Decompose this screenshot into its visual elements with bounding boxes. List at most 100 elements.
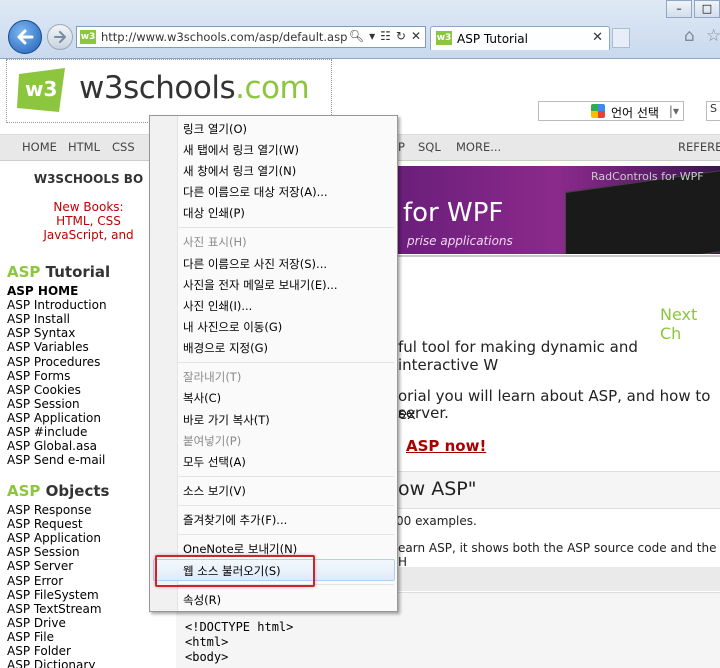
sidebar-link[interactable]: ASP Session [7,397,80,411]
context-menu-item: 잘라내기(T) [183,370,242,384]
nav-css[interactable]: CSS [112,140,135,154]
context-menu-item[interactable]: 내 사진으로 이동(G) [183,319,282,335]
sidebar-link[interactable]: ASP Forms [7,369,70,383]
nav-home[interactable]: HOME [22,140,57,154]
favorites-star-icon[interactable]: ☆ [706,26,720,46]
sidebar-link[interactable]: ASP Session [7,545,80,559]
heading-prefix: ASP [7,482,41,500]
back-arrow-icon [17,29,34,45]
examples-desc: earn ASP, it shows both the ASP source c… [398,541,717,569]
context-menu-item[interactable]: 사진을 전자 메일로 보내기(E)... [183,277,338,293]
books-line[interactable]: JavaScript, and [6,228,171,242]
sidebar-link[interactable]: ASP Application [7,531,101,545]
context-menu-item[interactable]: 즐겨찾기에 추가(F)... [183,512,287,528]
nav-php[interactable]: P [398,140,405,154]
back-button[interactable] [8,20,42,54]
intro-text: ful tool for making dynamic and interact… [398,338,638,374]
site-search-input[interactable]: S [706,101,720,121]
sidebar-link[interactable]: ASP Cookies [7,383,81,397]
forward-button[interactable] [47,24,73,50]
context-menu-item[interactable]: 다른 이름으로 사진 저장(S)... [183,256,327,272]
sidebar-link[interactable]: ASP TextStream [7,602,102,616]
sidebar-link[interactable]: ASP Application [7,411,101,425]
nav-more[interactable]: MORE... [456,140,501,154]
sidebar-link[interactable]: ASP Drive [7,616,66,630]
nav-references[interactable]: REFEREN [678,140,720,154]
context-menu-item[interactable]: 새 창에서 링크 열기(N) [183,163,296,179]
language-select-label: 언어 선택 [611,106,659,120]
context-menu-item[interactable]: 모두 선택(A) [183,454,246,470]
tab-close-icon[interactable]: ✕ [592,30,603,45]
sidebar-link[interactable]: ASP File [7,630,54,644]
google-icon [591,104,605,118]
sidebar-link[interactable]: ASP Introduction [7,298,107,312]
context-menu-item[interactable]: 배경으로 지정(G) [183,340,268,356]
ad-banner[interactable]: RadControls for WPF for WPF prise applic… [395,166,720,254]
heading-prefix: ASP [7,263,41,281]
context-menu-item[interactable]: 속성(R) [183,592,221,608]
examples-text: 00 examples. [396,514,477,528]
sidebar-link[interactable]: ASP Error [7,574,63,588]
context-menu-item: 사진 표시(H) [183,235,247,249]
context-menu-item[interactable]: 대상 인쇄(P) [183,205,245,221]
context-menu-item[interactable]: 바로 가기 복사(T) [183,412,270,428]
tab-asp-tutorial[interactable]: w3 ASP Tutorial ✕ [430,26,610,50]
context-menu-gutter [150,116,178,611]
banner-subtitle: prise applications [407,234,513,248]
refresh-icon[interactable]: ↻ [396,29,406,43]
sidebar-link[interactable]: ASP #include [7,425,87,439]
context-menu-separator [178,362,394,363]
context-menu-item[interactable]: 사진 인쇄(I)... [183,298,252,314]
nav-html[interactable]: HTML [68,140,100,154]
site-favicon-icon: w3 [80,30,96,44]
maximize-icon[interactable]: □ [694,0,720,18]
search-icon[interactable]: 🔍︎ [349,29,364,43]
stop-icon[interactable]: ✕ [411,29,421,43]
home-icon[interactable]: ⌂ [684,26,695,46]
compat-view-icon[interactable]: ☷ [380,29,391,43]
sidebar-link[interactable]: ASP Folder [7,644,71,658]
sidebar-link[interactable]: ASP Procedures [7,355,100,369]
sidebar-link[interactable]: ASP FileSystem [7,588,99,602]
sidebar-link[interactable]: ASP Send e-mail [7,453,105,467]
books-line[interactable]: New Books: [6,200,171,214]
new-tab-button[interactable] [612,28,630,48]
context-menu-item[interactable]: 새 탭에서 링크 열기(W) [183,142,299,158]
svg-text:w3: w3 [25,77,57,101]
start-learning-link[interactable]: ASP now! [406,437,486,455]
window-controls: – □ [666,0,720,18]
site-logo[interactable]: w3 w3schools.com [6,59,332,123]
address-url[interactable]: http://www.w3schools.com/asp/default.asp [101,30,347,44]
heading-suffix: Tutorial [45,263,111,281]
browser-chrome: w3 http://www.w3schools.com/asp/default.… [0,0,720,59]
address-bar[interactable]: w3 http://www.w3schools.com/asp/default.… [76,26,426,48]
sidebar-link[interactable]: ASP Variables [7,340,89,354]
sidebar-link[interactable]: ASP HOME [7,284,78,298]
books-line[interactable]: HTML, CSS [6,214,171,228]
sidebar-link[interactable]: ASP Global.asa [7,439,97,453]
sidebar-link[interactable]: ASP Server [7,559,73,573]
context-menu-item[interactable]: 소스 보기(V) [183,483,246,499]
address-controls: 🔍︎ ▾ ☷ ↻ ✕ [349,29,421,43]
sidebar-link[interactable]: ASP Request [7,517,83,531]
heading-suffix: Objects [45,482,110,500]
context-menu-item: 붙여넣기(P) [183,434,242,448]
sidebar-link[interactable]: ASP Syntax [7,326,75,340]
banner-title: for WPF [403,198,504,228]
minimize-icon[interactable]: – [666,0,692,18]
sidebar-link[interactable]: ASP Install [7,312,70,326]
books-heading: W3SCHOOLS BO [33,172,144,186]
context-menu-separator [178,227,394,228]
context-menu-separator [178,476,394,477]
nav-sql[interactable]: SQL [418,140,441,154]
sidebar-link[interactable]: ASP Response [7,503,92,517]
context-menu-item[interactable]: 다른 이름으로 대상 저장(A)... [183,184,328,200]
books-promo: W3SCHOOLS BO New Books: HTML, CSS JavaSc… [6,172,171,242]
banner-separator [395,255,720,257]
context-menu-separator [178,505,394,506]
dropdown-arrow-icon[interactable]: ▾ [369,29,375,43]
language-select[interactable]: 언어 선택 |▾ [538,101,684,121]
context-menu-item[interactable]: 링크 열기(O) [183,121,247,137]
context-menu-item[interactable]: 복사(C) [183,390,221,406]
sidebar-link[interactable]: ASP Dictionary [7,658,95,668]
